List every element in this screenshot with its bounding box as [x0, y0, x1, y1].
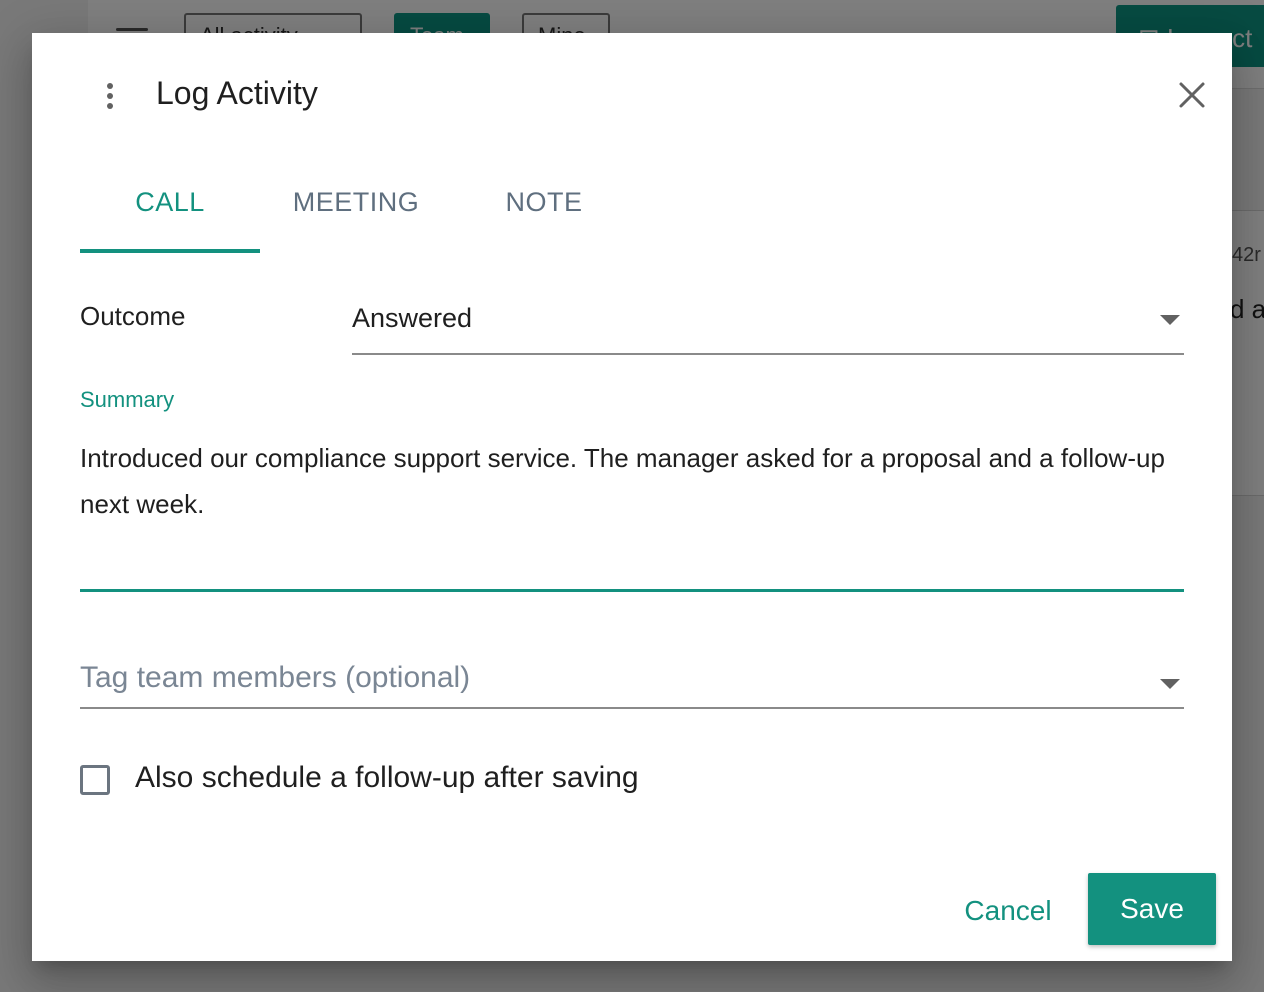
- summary-label: Summary: [80, 387, 175, 412]
- outcome-select[interactable]: Answered: [352, 289, 1184, 355]
- outcome-label: Outcome: [80, 301, 186, 331]
- follow-up-checkbox-label[interactable]: Also schedule a follow-up after saving: [135, 761, 639, 795]
- more-vert-icon[interactable]: [98, 79, 122, 113]
- tab-meeting[interactable]: MEETING: [276, 173, 436, 253]
- follow-up-checkbox-row[interactable]: Also schedule a follow-up after saving: [80, 757, 780, 801]
- tag-team-members-select[interactable]: Tag team members (optional): [80, 653, 1184, 709]
- dialog-title: Log Activity: [156, 75, 318, 111]
- save-button[interactable]: Save: [1088, 873, 1216, 945]
- summary-textarea[interactable]: Introduced our compliance support servic…: [80, 435, 1184, 585]
- activity-type-tabs: CALL MEETING NOTE: [80, 173, 1184, 253]
- cancel-button[interactable]: Cancel: [948, 875, 1068, 947]
- chevron-down-icon: [1160, 315, 1180, 325]
- log-activity-dialog: Log Activity CALL MEETING NOTE Outcome A…: [32, 33, 1232, 961]
- tag-team-members-placeholder: Tag team members (optional): [80, 661, 471, 694]
- summary-underline: [80, 589, 1184, 592]
- close-icon[interactable]: [1176, 79, 1208, 111]
- tab-call[interactable]: CALL: [80, 173, 260, 253]
- chevron-down-icon: [1160, 679, 1180, 689]
- follow-up-checkbox[interactable]: [80, 765, 110, 795]
- tab-note[interactable]: NOTE: [490, 173, 598, 253]
- outcome-value: Answered: [352, 303, 473, 333]
